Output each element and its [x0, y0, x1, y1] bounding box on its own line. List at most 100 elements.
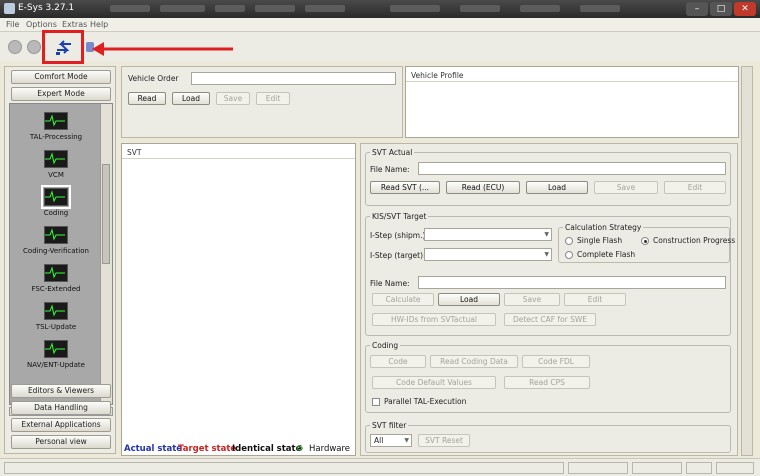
svt-filter-select[interactable]: All ▼ [370, 434, 412, 447]
blurred-tab [215, 5, 245, 12]
status-bar [0, 458, 760, 476]
parallel-tal-checkbox[interactable] [372, 398, 380, 406]
istep-target-select[interactable]: ▼ [424, 248, 552, 261]
tool-tal-processing[interactable]: TAL-Processing [10, 112, 102, 141]
ecg-monitor-icon [44, 264, 68, 282]
complete-flash-radio[interactable] [565, 251, 573, 259]
svt-actual-save-button[interactable]: Save [594, 181, 658, 194]
code-default-values-button[interactable]: Code Default Values [372, 376, 496, 389]
tool-panel: TAL-Processing VCM Coding Coding-Verific… [9, 103, 113, 405]
main-scrollbar[interactable] [741, 66, 753, 456]
blurred-tab [580, 5, 620, 12]
menu-options[interactable]: Options [26, 20, 57, 29]
vehicle-profile-label: Vehicle Profile [411, 71, 464, 80]
svt-actual-file-input[interactable] [418, 162, 726, 175]
read-coding-data-button[interactable]: Read Coding Data [430, 355, 518, 368]
svt-label: SVT [127, 148, 142, 157]
vehicle-order-panel: Vehicle Order Read Load Save Edit [121, 66, 403, 138]
legend-identical-state: Identical state [232, 444, 302, 454]
single-flash-label: Single Flash [577, 236, 623, 245]
single-flash-radio[interactable] [565, 237, 573, 245]
ecg-monitor-icon [44, 340, 68, 358]
kis-load-button[interactable]: Load [438, 293, 500, 306]
construction-progress-label: Construction Progress [653, 236, 736, 245]
read-button[interactable]: Read [128, 92, 166, 105]
construction-progress-radio[interactable] [641, 237, 649, 245]
save-button[interactable]: Save [216, 92, 250, 105]
svt-form-area: SVT Actual File Name: Read SVT (... Read… [360, 143, 738, 456]
load-button[interactable]: Load [172, 92, 210, 105]
data-handling-button[interactable]: Data Handling [11, 401, 111, 415]
tool-label: VCM [48, 171, 64, 179]
comfort-mode-button[interactable]: Comfort Mode [11, 70, 111, 84]
svt-filter-group: SVT filter All ▼ SVT Reset [365, 421, 731, 453]
calculate-button[interactable]: Calculate [372, 293, 434, 306]
svt-actual-title: SVT Actual [370, 148, 415, 157]
tool-coding[interactable]: Coding [10, 185, 102, 217]
vehicle-order-input[interactable] [191, 72, 396, 85]
file-name-label: File Name: [370, 165, 410, 174]
tool-vcm[interactable]: VCM [10, 150, 102, 179]
legend-target-state: Target state [178, 444, 237, 454]
code-fdl-button[interactable]: Code FDL [522, 355, 590, 368]
menu-extras[interactable]: Extras [62, 20, 87, 29]
svt-actual-load-button[interactable]: Load [526, 181, 588, 194]
highlight-box [42, 30, 84, 64]
status-cell [686, 462, 712, 474]
sidebar-scrollbar[interactable] [100, 104, 112, 404]
kis-svt-target-group: KIS/SVT Target I-Step (shipm.): ▼ I-Step… [365, 212, 735, 336]
tool-label: FSC-Extended [31, 285, 81, 293]
coding-title: Coding [370, 341, 401, 350]
legend-hardware: Hardware [309, 444, 351, 454]
personal-view-button[interactable]: Personal view [11, 435, 111, 449]
chevron-down-icon: ▼ [544, 251, 549, 258]
menu-file[interactable]: File [6, 20, 19, 29]
kis-edit-button[interactable]: Edit [564, 293, 626, 306]
svt-actual-group: SVT Actual File Name: Read SVT (... Read… [365, 148, 731, 206]
app-icon [4, 3, 15, 14]
ecg-monitor-icon [41, 185, 71, 209]
svt-filter-value: All [374, 436, 384, 445]
istep-shipm-select[interactable]: ▼ [424, 228, 552, 241]
recycle-icon: ♻ [296, 444, 304, 454]
detect-caf-button[interactable]: Detect CAF for SWE [504, 313, 596, 326]
tool-coding-verification[interactable]: Coding-Verification [10, 226, 102, 255]
menu-bar: File Options Extras Help [0, 18, 760, 32]
scroll-thumb[interactable] [102, 164, 110, 264]
calculation-strategy-group: Calculation Strategy Single Flash Constr… [558, 223, 735, 263]
hwids-button[interactable]: HW-IDs from SVTactual [372, 313, 496, 326]
svt-reset-button[interactable]: SVT Reset [418, 434, 470, 447]
maximize-button[interactable]: □ [710, 2, 732, 16]
minimize-button[interactable]: – [686, 2, 708, 16]
blurred-tab [255, 5, 295, 12]
blurred-tab [305, 5, 345, 12]
code-button[interactable]: Code [370, 355, 426, 368]
read-cps-button[interactable]: Read CPS [504, 376, 590, 389]
tool-label: Coding-Verification [23, 247, 89, 255]
disconnect-icon[interactable] [8, 40, 22, 54]
menu-help[interactable]: Help [90, 20, 108, 29]
complete-flash-label: Complete Flash [577, 250, 636, 259]
tool-fsc-extended[interactable]: FSC-Extended [10, 264, 102, 293]
istep-target-label: I-Step (target): [370, 251, 426, 260]
blurred-tab [160, 5, 205, 12]
expert-mode-button[interactable]: Expert Mode [11, 87, 111, 101]
svt-actual-edit-button[interactable]: Edit [664, 181, 726, 194]
chevron-down-icon: ▼ [544, 231, 549, 238]
read-svt-button[interactable]: Read SVT (... [370, 181, 440, 194]
external-applications-button[interactable]: External Applications [11, 418, 111, 432]
svt-filter-title: SVT filter [370, 421, 409, 430]
tool-nav-ent-update[interactable]: NAV/ENT-Update [10, 340, 102, 369]
tool-tsl-update[interactable]: TSL-Update [10, 302, 102, 331]
status-cell [4, 462, 564, 474]
kis-save-button[interactable]: Save [504, 293, 560, 306]
tool-label: TAL-Processing [29, 133, 83, 141]
read-ecu-button[interactable]: Read (ECU) [446, 181, 520, 194]
stop-icon[interactable] [27, 40, 41, 54]
ecg-monitor-icon [44, 226, 68, 244]
coding-group: Coding Code Read Coding Data Code FDL Co… [365, 341, 731, 413]
close-button[interactable]: ✕ [734, 2, 756, 16]
kis-file-input[interactable] [418, 276, 726, 289]
edit-button[interactable]: Edit [256, 92, 290, 105]
editors-viewers-button[interactable]: Editors & Viewers [11, 384, 111, 398]
